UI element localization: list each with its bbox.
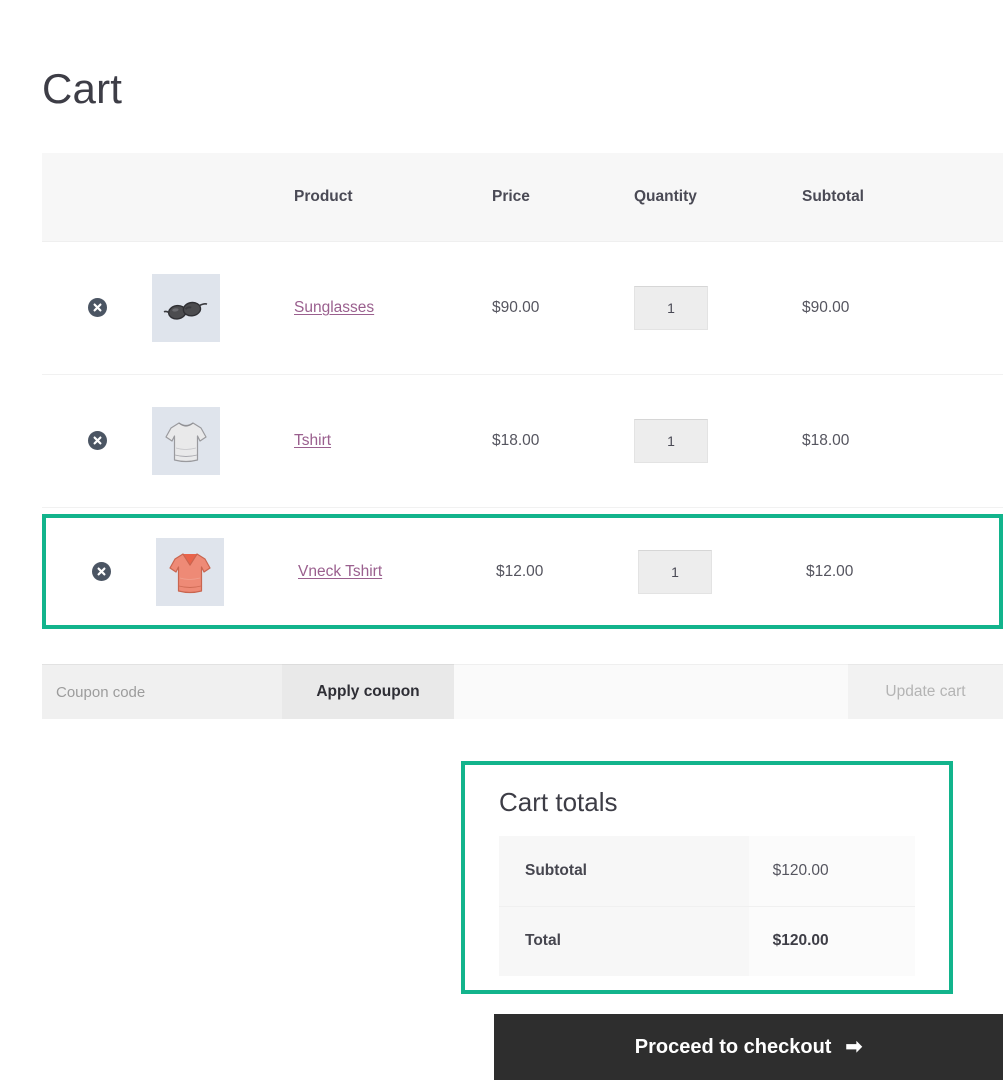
price-cell: $90.00	[492, 299, 540, 316]
header-subtotal: Subtotal	[802, 188, 864, 205]
quantity-cell: 1	[638, 549, 806, 594]
thumbnail-cell	[152, 407, 294, 475]
subtotal-cell: $12.00	[806, 562, 854, 580]
subtotal-cell: $18.00	[802, 432, 850, 449]
cart-page: Cart Product Price Quantity Subtotal Sun…	[0, 0, 1003, 1080]
price-cell: $12.00	[496, 562, 544, 580]
product-link[interactable]: Vneck Tshirt	[298, 563, 382, 580]
coupon-code-input[interactable]	[42, 664, 282, 719]
thumbnail-cell	[152, 274, 294, 342]
table-row: Sunglasses $90.00 1 $90.00	[42, 242, 1003, 375]
cart-table-header: Product Price Quantity Subtotal	[42, 153, 1003, 242]
quantity-input[interactable]: 1	[634, 286, 708, 330]
subtotal-cell: $90.00	[802, 299, 850, 316]
quantity-input[interactable]: 1	[638, 549, 712, 594]
totals-value-total: $120.00	[748, 906, 915, 976]
cart-table: Product Price Quantity Subtotal Sunglass…	[42, 153, 1003, 629]
quantity-cell: 1	[634, 419, 802, 463]
remove-item-icon[interactable]	[87, 298, 107, 317]
totals-label-total: Total	[499, 906, 749, 976]
quantity-cell: 1	[634, 286, 802, 330]
cart-actions-row: Apply coupon Update cart	[42, 664, 1003, 719]
totals-label-subtotal: Subtotal	[499, 836, 749, 907]
header-product: Product	[294, 188, 353, 205]
product-link[interactable]: Tshirt	[294, 432, 331, 449]
apply-coupon-button[interactable]: Apply coupon	[282, 664, 454, 719]
sunglasses-thumbnail[interactable]	[152, 274, 220, 342]
product-cell: Sunglasses	[294, 299, 492, 317]
product-link[interactable]: Sunglasses	[294, 299, 374, 316]
tshirt-thumbnail[interactable]	[152, 407, 220, 475]
remove-cell	[46, 561, 156, 582]
remove-item-icon[interactable]	[91, 561, 111, 581]
price-cell: $18.00	[492, 432, 540, 449]
cart-totals-panel: Cart totals Subtotal $120.00 Total $120.…	[461, 761, 953, 994]
quantity-input[interactable]: 1	[634, 419, 708, 463]
proceed-to-checkout-button[interactable]: Proceed to checkout ➡	[494, 1014, 1003, 1080]
arrow-right-icon: ➡	[845, 1036, 863, 1058]
header-quantity: Quantity	[634, 188, 697, 205]
header-price: Price	[492, 188, 530, 205]
product-cell: Tshirt	[294, 432, 492, 450]
remove-item-icon[interactable]	[87, 431, 107, 450]
cart-totals-title: Cart totals	[499, 787, 618, 817]
totals-row-subtotal: Subtotal $120.00	[499, 836, 915, 907]
table-row-highlighted: Vneck Tshirt $12.00 1 $12.00	[42, 514, 1003, 629]
thumbnail-cell	[156, 537, 298, 606]
checkout-label: Proceed to checkout	[634, 1035, 832, 1058]
totals-row-total: Total $120.00	[499, 906, 915, 976]
update-cart-button[interactable]: Update cart	[848, 664, 1003, 719]
cart-totals-table: Subtotal $120.00 Total $120.00	[499, 836, 915, 976]
remove-cell	[42, 298, 152, 318]
actions-spacer	[454, 664, 848, 719]
totals-value-subtotal: $120.00	[748, 836, 915, 907]
page-title: Cart	[42, 65, 123, 112]
product-cell: Vneck Tshirt	[298, 563, 496, 581]
remove-cell	[42, 431, 152, 451]
table-row: Tshirt $18.00 1 $18.00	[42, 375, 1003, 508]
vneck-tshirt-thumbnail[interactable]	[156, 537, 224, 606]
